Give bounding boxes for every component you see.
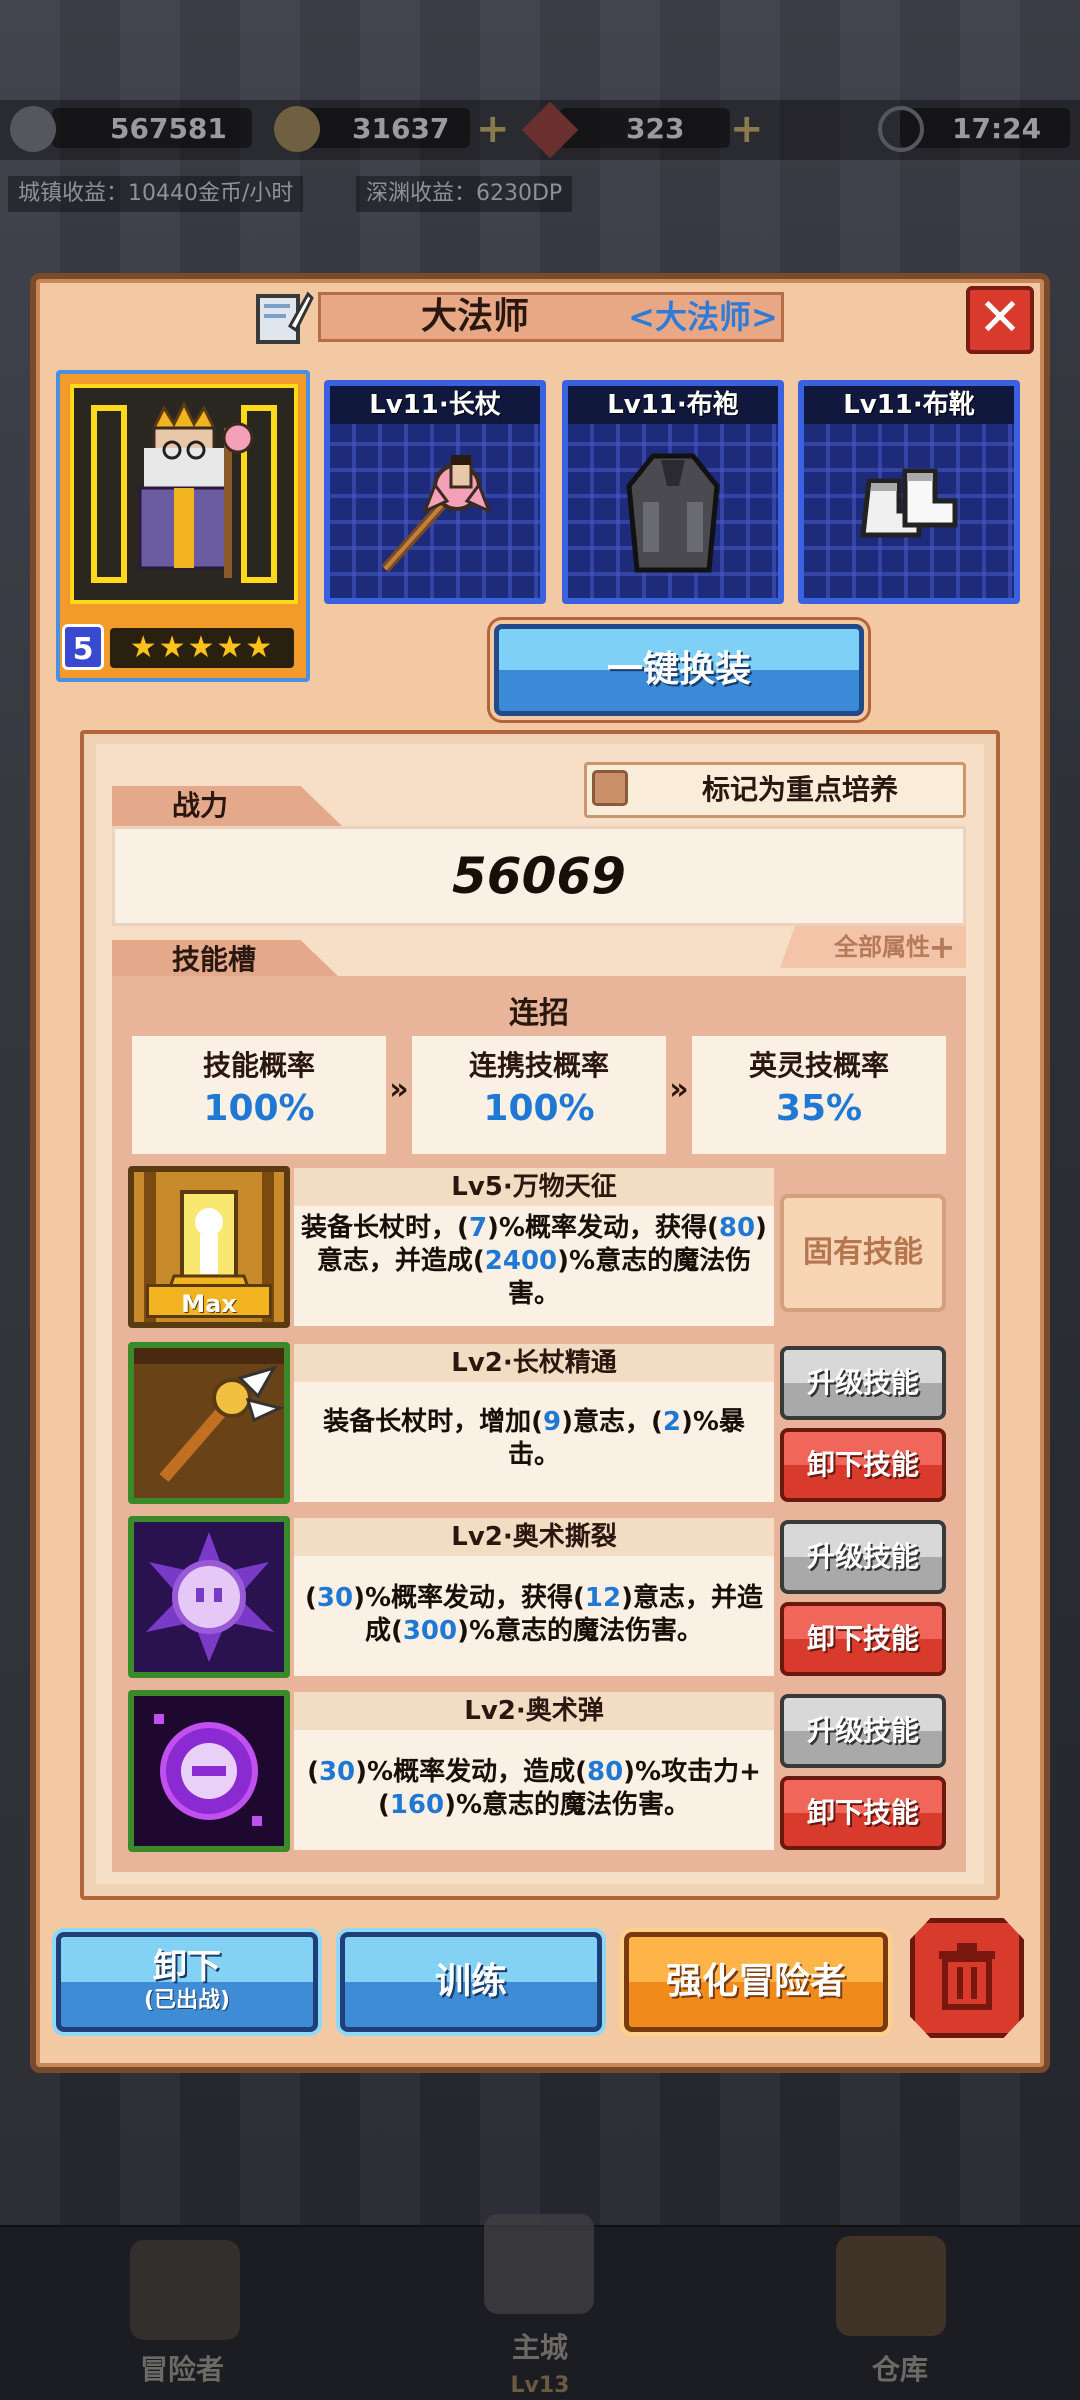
unequip-skill-button[interactable]: 卸下技能 xyxy=(780,1602,946,1676)
one-key-equip-button[interactable]: 一键换装 xyxy=(494,624,864,716)
combo-value: 100% xyxy=(483,1088,595,1129)
hero-level-badge: 5 xyxy=(62,624,104,670)
hero-class: <大法师> xyxy=(628,298,778,336)
power-icon xyxy=(10,106,56,152)
unequip-hero-label: 卸下 xyxy=(153,1947,221,1987)
skill-card: Lv5·万物天征 装备长杖时，(7)%概率发动，获得(80)意志，并造成(240… xyxy=(294,1168,774,1326)
skill-title: Lv2·长杖精通 xyxy=(294,1344,774,1382)
chevron-right-icon: » xyxy=(669,1072,689,1107)
skill-title: Lv5·万物天征 xyxy=(294,1168,774,1206)
upgrade-skill-button[interactable]: 升级技能 xyxy=(780,1694,946,1768)
power-resource-value: 567581 xyxy=(110,112,227,145)
equip-slot-label: Lv11·长杖 xyxy=(330,386,540,424)
combo-title: 连招 xyxy=(509,996,569,1031)
skill-title: Lv2·奥术撕裂 xyxy=(294,1518,774,1556)
focus-checkbox[interactable] xyxy=(592,770,628,806)
adventurer-nav-icon xyxy=(130,2240,240,2340)
combo-value: 100% xyxy=(203,1088,315,1129)
focus-train-label: 标记为重点培养 xyxy=(701,773,898,806)
staff-mastery-icon xyxy=(134,1348,284,1498)
gold-value: 31637 xyxy=(352,112,450,145)
unequip-skill-button[interactable]: 卸下技能 xyxy=(780,1428,946,1502)
archmage-sprite xyxy=(91,400,277,583)
warehouse-nav-icon xyxy=(836,2236,946,2336)
unequip-hero-sublabel: (已出战) xyxy=(143,1988,231,2013)
train-button[interactable]: 训练 xyxy=(340,1932,602,2032)
equip-slot-label: Lv11·布靴 xyxy=(804,386,1014,424)
hero-star-rating: ★★★★★ xyxy=(110,628,294,668)
skill-description: 装备长杖时，增加(9)意志，(2)%暴击。 xyxy=(323,1407,745,1470)
skill-icon-arcane-tear[interactable] xyxy=(128,1516,290,1678)
add-gem-icon[interactable]: + xyxy=(730,106,764,152)
power-value: 56069 xyxy=(452,847,626,905)
unequip-hero-button[interactable]: 卸下 (已出战) xyxy=(56,1932,318,2032)
hero-portrait xyxy=(70,384,298,604)
skill-description: 装备长杖时，(7)%概率发动，获得(80)意志，并造成(2400)%意志的魔法伤… xyxy=(301,1213,767,1309)
skill-card: Lv2·长杖精通 装备长杖时，增加(9)意志，(2)%暴击。 xyxy=(294,1344,774,1502)
equip-slot-boots[interactable]: Lv11·布靴 xyxy=(798,380,1020,604)
skill-icon-heaven[interactable]: Max xyxy=(128,1166,290,1328)
equip-slot-staff[interactable]: Lv11·长杖 xyxy=(324,380,546,604)
nav-warehouse[interactable]: 仓库 xyxy=(800,2348,1000,2388)
staff-icon xyxy=(365,441,505,585)
skill-card: Lv2·奥术弹 (30)%概率发动，造成(80)%攻击力+(160)%意志的魔法… xyxy=(294,1692,774,1850)
equip-slot-robe[interactable]: Lv11·布袍 xyxy=(562,380,784,604)
combo-spirit-chance: 英灵技概率 35% xyxy=(692,1036,946,1154)
skill-description: (30)%概率发动，造成(80)%攻击力+(160)%意志的魔法伤害。 xyxy=(307,1757,761,1820)
gem-value: 323 xyxy=(626,112,685,145)
combo-link-chance: 连携技概率 100% xyxy=(412,1036,666,1154)
close-button[interactable]: ✕ xyxy=(966,286,1034,354)
skill-card: Lv2·奥术撕裂 (30)%概率发动，获得(12)意志，并造成(300)%意志的… xyxy=(294,1518,774,1676)
close-icon: ✕ xyxy=(978,288,1022,348)
abyss-income: 深渊收益：6230DP xyxy=(356,176,573,212)
skill-icon-staff-mastery[interactable] xyxy=(128,1342,290,1504)
hero-name: 大法师 xyxy=(420,296,529,337)
arcane-bolt-icon xyxy=(134,1696,284,1846)
skill-description: (30)%概率发动，获得(12)意志，并造成(300)%意志的魔法伤害。 xyxy=(305,1583,763,1646)
combo-name: 英灵技概率 xyxy=(748,1049,889,1082)
nav-main-city[interactable]: 主城 xyxy=(440,2326,640,2366)
boots-icon xyxy=(849,461,969,565)
trash-icon xyxy=(939,1943,995,2010)
combo-value: 35% xyxy=(775,1088,863,1129)
equip-slot-label: Lv11·布袍 xyxy=(568,386,778,424)
upgrade-skill-button[interactable]: 升级技能 xyxy=(780,1346,946,1420)
nav-adventurer[interactable]: 冒险者 xyxy=(82,2348,282,2388)
combo-name: 技能概率 xyxy=(202,1049,315,1082)
unequip-skill-button[interactable]: 卸下技能 xyxy=(780,1776,946,1850)
skill-icon-arcane-bolt[interactable] xyxy=(128,1690,290,1852)
skill-title: Lv2·奥术弹 xyxy=(294,1692,774,1730)
clock-time: 17:24 xyxy=(952,112,1042,145)
combo-name: 连携技概率 xyxy=(468,1049,609,1082)
add-gold-icon[interactable]: + xyxy=(476,106,510,152)
enhance-adventurer-button[interactable]: 强化冒险者 xyxy=(624,1932,888,2032)
plus-icon: + xyxy=(928,928,956,966)
chevron-right-icon: » xyxy=(389,1072,409,1107)
innate-skill-label: 固有技能 xyxy=(780,1194,946,1312)
gold-coin-icon xyxy=(274,106,320,152)
dismiss-hero-button[interactable] xyxy=(910,1918,1024,2038)
arcane-burst-icon xyxy=(134,1522,284,1672)
upgrade-skill-button[interactable]: 升级技能 xyxy=(780,1520,946,1594)
all-attributes-label: 全部属性 xyxy=(834,933,930,961)
clock-icon xyxy=(878,106,924,152)
max-badge: Max xyxy=(146,1284,272,1318)
town-income: 城镇收益：10440金币/小时 xyxy=(8,176,304,212)
main-city-level: Lv13 xyxy=(510,2373,570,2398)
scroll-quill-icon xyxy=(250,286,314,350)
robe-icon xyxy=(613,446,733,580)
combo-skill-chance: 技能概率 100% xyxy=(132,1036,386,1154)
castle-nav-icon xyxy=(484,2214,594,2314)
